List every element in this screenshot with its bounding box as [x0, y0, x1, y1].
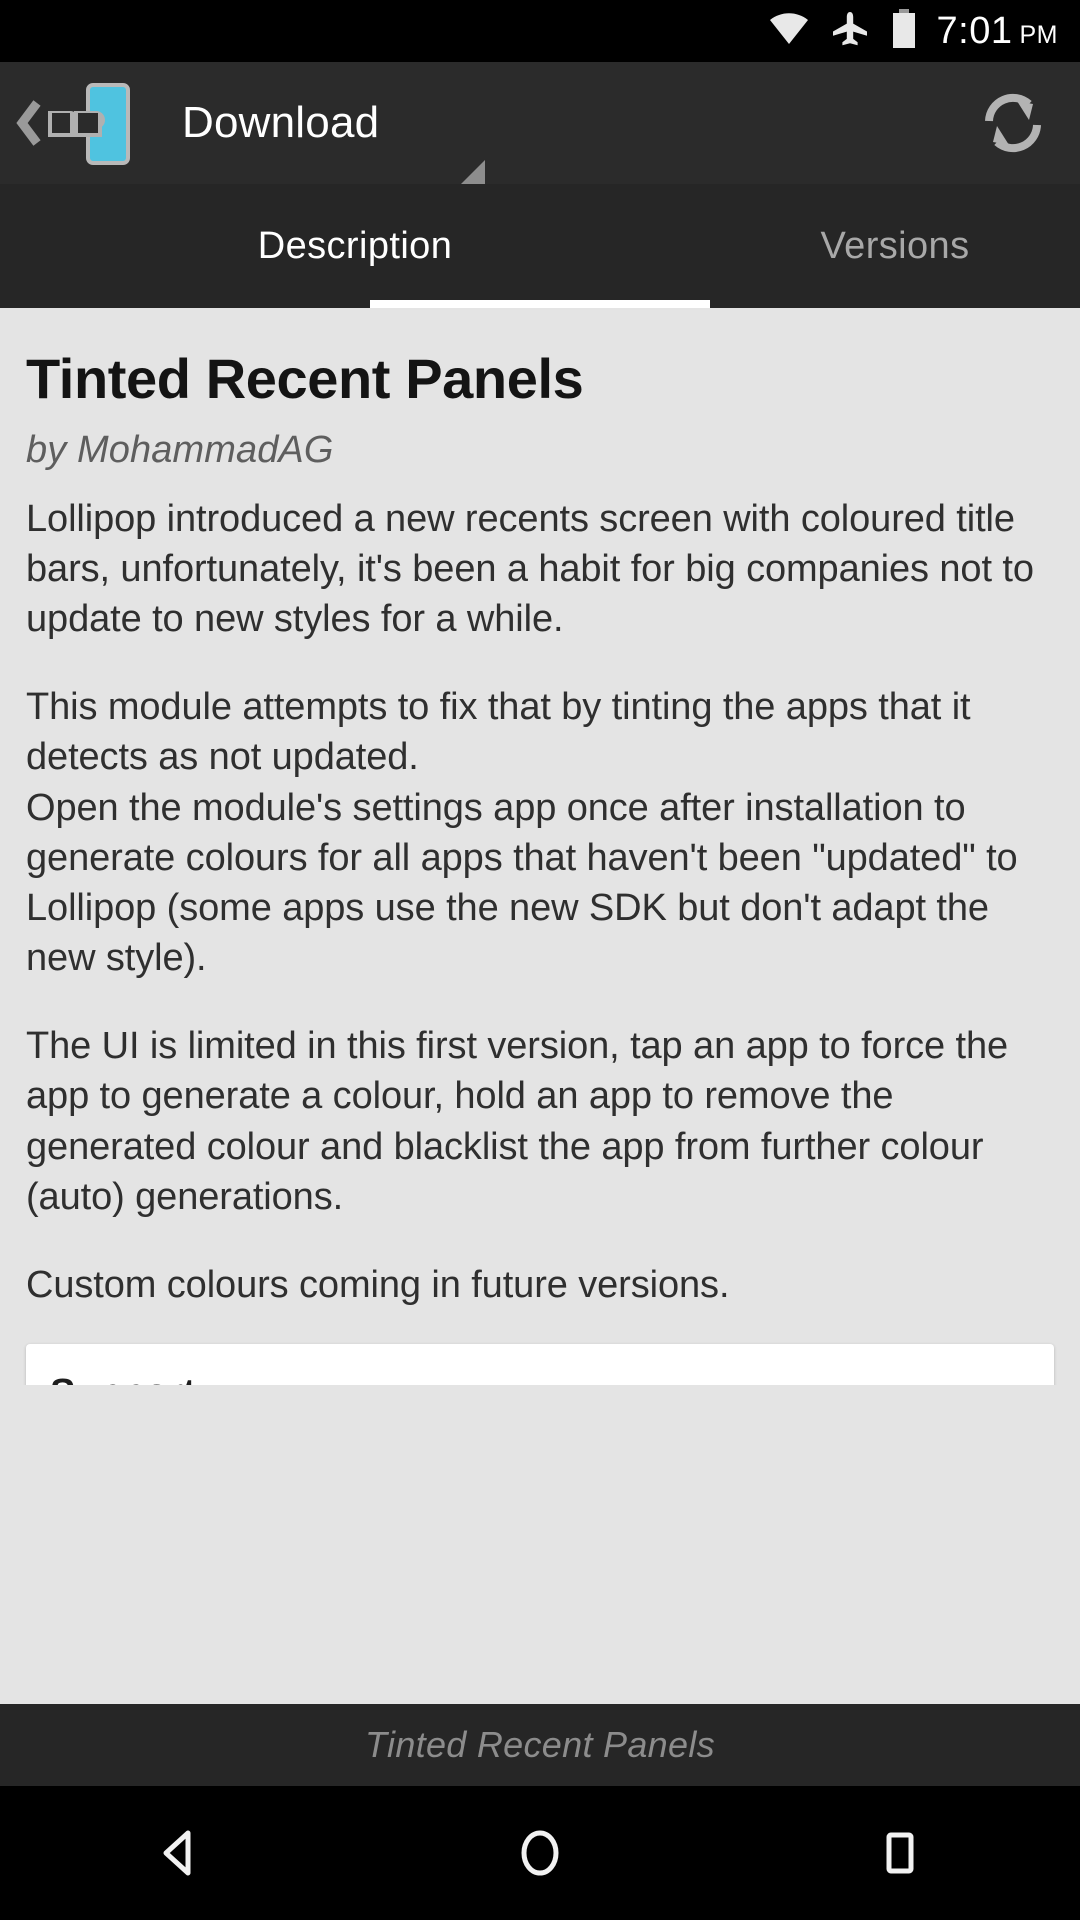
description-paragraph: Lollipop introduced a new recents screen… — [26, 497, 1034, 641]
support-card: Support: http://forum.xda-developers.com… — [26, 1343, 1054, 1385]
navigation-bar — [0, 1786, 1080, 1920]
refresh-icon — [985, 93, 1041, 153]
action-bar: Download — [0, 62, 1080, 190]
up-navigation-button[interactable] — [0, 73, 150, 173]
description-paragraph: Custom colours coming in future versions… — [26, 1263, 730, 1306]
recents-nav-icon — [886, 1832, 914, 1874]
home-nav-button[interactable] — [465, 1786, 615, 1920]
module-description: Lollipop introduced a new recents screen… — [26, 494, 1054, 1310]
status-bar-clock: 7:01 PM — [937, 10, 1058, 53]
xposed-installer-icon — [16, 83, 130, 165]
module-author: by MohammadAG — [26, 428, 334, 471]
battery-icon — [891, 8, 917, 54]
recents-nav-button[interactable] — [825, 1786, 975, 1920]
description-paragraph: The UI is limited in this first version,… — [26, 1025, 1009, 1218]
airplane-mode-icon — [831, 10, 869, 53]
action-bar-title: Download — [182, 98, 380, 147]
tab-description-label: Description — [257, 224, 453, 267]
description-paragraph: This module attempts to fix that by tint… — [26, 686, 1018, 980]
tab-description[interactable]: Description — [0, 184, 710, 308]
description-scroll-area[interactable]: Tinted Recent Panels by MohammadAG Lolli… — [0, 308, 1080, 1385]
phone-screen: 7:01 PM Download Description Versions Ti… — [0, 0, 1080, 1920]
clock-ampm: PM — [1019, 20, 1058, 49]
support-label: Support: — [50, 1372, 1030, 1385]
tab-list: Description Versions — [0, 184, 1080, 308]
tab-bar: Description Versions — [0, 184, 1080, 308]
snackbar-text: Tinted Recent Panels — [365, 1724, 715, 1765]
status-bar-icons — [769, 8, 917, 54]
status-bar: 7:01 PM — [0, 0, 1080, 62]
snackbar: Tinted Recent Panels — [0, 1704, 1080, 1786]
refresh-button[interactable] — [974, 84, 1052, 162]
back-nav-icon — [163, 1830, 191, 1876]
home-nav-icon — [521, 1830, 559, 1876]
wifi-icon — [769, 12, 809, 51]
clock-time: 7:01 — [936, 9, 1013, 52]
module-title: Tinted Recent Panels — [26, 347, 584, 410]
tab-versions[interactable]: Versions — [710, 184, 1080, 308]
tab-selected-indicator — [370, 300, 710, 308]
back-nav-button[interactable] — [105, 1786, 255, 1920]
tab-versions-label: Versions — [820, 224, 970, 267]
